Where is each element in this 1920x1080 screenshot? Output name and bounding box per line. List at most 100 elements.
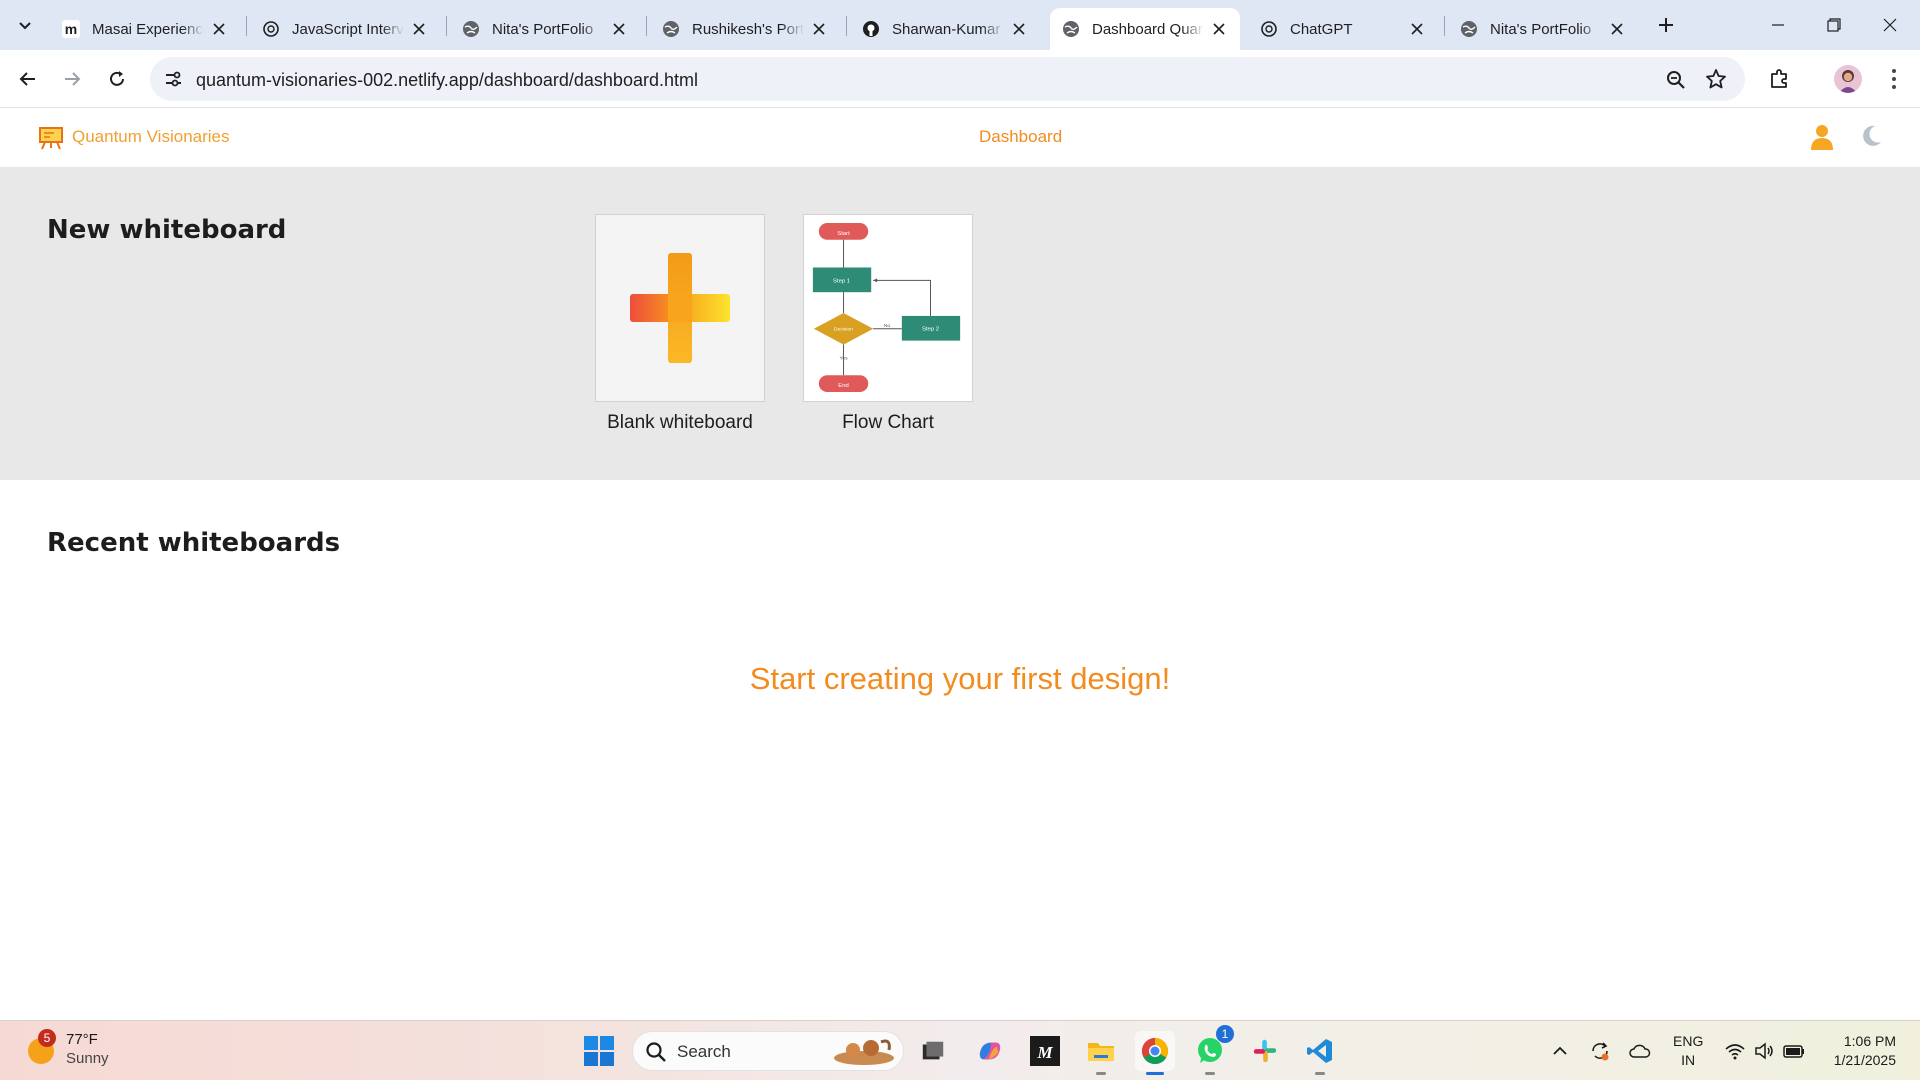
tab-title: Masai Experience xyxy=(92,20,204,38)
battery-tray-icon[interactable] xyxy=(1782,1039,1806,1063)
url-text[interactable]: quantum-visionaries-002.netlify.app/dash… xyxy=(196,70,698,91)
tab-title: ChatGPT xyxy=(1290,20,1353,38)
task-view-app[interactable] xyxy=(913,1031,953,1071)
user-icon[interactable] xyxy=(1810,123,1834,151)
tab-title: Nita's PortFolio xyxy=(492,20,594,38)
tab-title: JavaScript Interview xyxy=(292,20,404,38)
browser-menu-button[interactable] xyxy=(1882,66,1906,92)
extensions-button[interactable] xyxy=(1768,66,1794,92)
globe-icon xyxy=(662,20,680,38)
svg-text:M: M xyxy=(1036,1043,1053,1062)
slack-app[interactable] xyxy=(1245,1031,1285,1071)
forward-button[interactable] xyxy=(56,63,88,95)
close-icon[interactable] xyxy=(1210,20,1228,38)
taskbar-search[interactable]: Search xyxy=(632,1031,904,1071)
sync-tray-icon[interactable] xyxy=(1588,1039,1612,1063)
puzzle-icon xyxy=(1771,69,1787,88)
task-view-icon xyxy=(922,1041,944,1060)
tab-separator xyxy=(446,16,447,36)
weather-temp: 77°F xyxy=(66,1031,98,1048)
site-info-icon[interactable] xyxy=(162,68,184,90)
globe-icon xyxy=(1460,20,1478,38)
file-explorer-app[interactable] xyxy=(1081,1031,1121,1075)
folder-icon xyxy=(1088,1043,1114,1061)
blank-whiteboard-card[interactable]: Blank whiteboard xyxy=(595,214,765,434)
tab-title: Rushikesh's Portfolio xyxy=(692,20,804,38)
template-label: Flow Chart xyxy=(842,412,934,433)
tab-title: Sharwan-Kumar xyxy=(892,20,1001,38)
close-icon[interactable] xyxy=(410,20,428,38)
profile-avatar[interactable] xyxy=(1834,65,1862,93)
volume-tray-icon[interactable] xyxy=(1752,1039,1776,1063)
clock-time: 1:06 PM xyxy=(1843,1033,1896,1049)
browser-tab[interactable]: JavaScript Interview xyxy=(250,8,440,50)
reload-icon xyxy=(110,71,124,86)
browser-tab[interactable]: Nita's PortFolio xyxy=(1448,8,1638,50)
cloud-icon xyxy=(1629,1044,1651,1058)
masai-app[interactable]: M xyxy=(1025,1031,1065,1071)
copilot-app[interactable] xyxy=(970,1031,1010,1071)
reload-button[interactable] xyxy=(101,63,133,95)
weather-widget[interactable]: 5 77°F Sunny xyxy=(24,1029,109,1068)
browser-tab[interactable]: m Masai Experience xyxy=(50,8,240,50)
browser-tab-active[interactable]: Dashboard Quantum xyxy=(1050,8,1240,50)
weather-condition: Sunny xyxy=(66,1050,109,1067)
close-icon[interactable] xyxy=(810,20,828,38)
whatsapp-app[interactable]: 1 xyxy=(1190,1025,1234,1075)
close-window-button[interactable] xyxy=(1862,0,1918,50)
zoom-icon[interactable] xyxy=(1665,69,1687,91)
back-button[interactable] xyxy=(12,63,44,95)
nav-dashboard-link[interactable]: Dashboard xyxy=(979,127,1062,147)
github-icon xyxy=(862,20,880,38)
globe-icon xyxy=(462,20,480,38)
close-icon[interactable] xyxy=(210,20,228,38)
clock-date: 1/21/2025 xyxy=(1833,1052,1896,1068)
tab-separator xyxy=(646,16,647,36)
openai-icon xyxy=(1260,20,1278,38)
chrome-app[interactable] xyxy=(1135,1031,1175,1075)
browser-tab[interactable]: Sharwan-Kumar xyxy=(850,8,1040,50)
app-running-indicator xyxy=(1096,1072,1106,1075)
browser-toolbar: quantum-visionaries-002.netlify.app/dash… xyxy=(0,50,1920,108)
wifi-icon xyxy=(1725,1044,1745,1060)
show-hidden-icons-button[interactable] xyxy=(1548,1039,1572,1063)
close-icon[interactable] xyxy=(1408,20,1426,38)
close-icon[interactable] xyxy=(1010,20,1028,38)
recent-whiteboards-section: Recent whiteboards Start creating your f… xyxy=(0,480,1920,1020)
flow-chart-card[interactable]: Start Step 1 Decision No Step 2 Yes End … xyxy=(803,214,973,434)
vscode-app[interactable] xyxy=(1300,1031,1340,1075)
bookmark-star-icon[interactable] xyxy=(1705,68,1727,90)
minimize-button[interactable] xyxy=(1750,0,1806,50)
close-icon[interactable] xyxy=(1608,20,1626,38)
system-clock[interactable]: 1:06 PM 1/21/2025 xyxy=(1820,1032,1896,1070)
flowchart-no-label: No xyxy=(884,323,891,329)
moon-icon[interactable] xyxy=(1858,123,1884,149)
close-icon xyxy=(1883,18,1897,32)
restore-button[interactable] xyxy=(1806,0,1862,50)
svg-text:m: m xyxy=(65,21,77,37)
address-bar[interactable]: quantum-visionaries-002.netlify.app/dash… xyxy=(150,57,1745,101)
arrow-left-icon xyxy=(19,72,35,86)
plus-icon xyxy=(1659,18,1673,32)
new-tab-button[interactable] xyxy=(1651,10,1681,40)
browser-tab[interactable]: Rushikesh's Portfolio xyxy=(650,8,840,50)
speaker-icon xyxy=(1755,1042,1773,1060)
tab-search-button[interactable] xyxy=(10,10,40,40)
browser-tab[interactable]: Nita's PortFolio xyxy=(450,8,640,50)
template-thumbnail xyxy=(595,214,765,402)
brand[interactable]: Quantum Visionaries xyxy=(38,124,230,150)
close-icon[interactable] xyxy=(610,20,628,38)
onedrive-tray-icon[interactable] xyxy=(1628,1039,1652,1063)
flowchart-start-label: Start xyxy=(837,231,850,237)
tab-title: Dashboard Quantum xyxy=(1092,20,1204,38)
start-button[interactable] xyxy=(583,1035,615,1067)
browser-tab[interactable]: ChatGPT xyxy=(1248,8,1438,50)
wifi-tray-icon[interactable] xyxy=(1723,1039,1747,1063)
tab-separator xyxy=(246,16,247,36)
windows-logo-icon xyxy=(584,1036,614,1066)
tab-separator xyxy=(1444,16,1445,36)
section-title: New whiteboard xyxy=(47,215,287,245)
language-code: ENG xyxy=(1673,1033,1704,1049)
language-indicator[interactable]: ENG IN xyxy=(1673,1032,1703,1070)
template-label: Blank whiteboard xyxy=(607,412,753,433)
